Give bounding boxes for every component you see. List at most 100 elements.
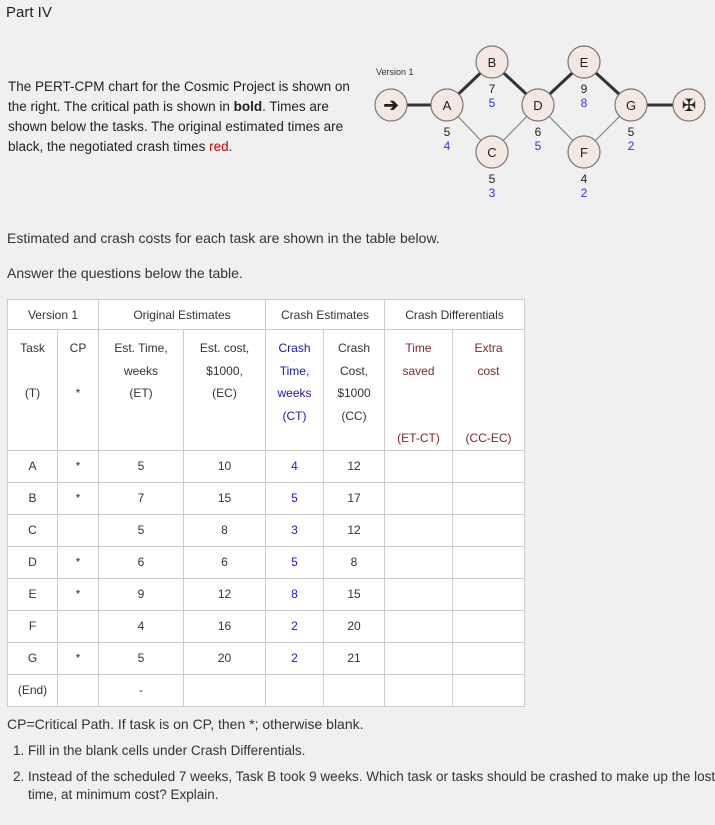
node-estimated-time: 7 <box>489 82 496 96</box>
node-estimated-time: 4 <box>581 172 588 186</box>
column-header: Crash Cost, $1000 (CC) <box>323 329 385 451</box>
table-cell: A <box>7 449 58 483</box>
table-row: F 4 16 2 20 <box>7 609 525 643</box>
table-cell: * <box>57 641 99 675</box>
blank-answer-cell[interactable] <box>452 609 525 643</box>
header-line: saved <box>402 363 435 378</box>
node-label: B <box>488 55 497 70</box>
table-cell: 20 <box>323 609 385 643</box>
table-cell: 6 <box>98 545 184 579</box>
table-cell <box>265 673 324 707</box>
header-line: Extra <box>474 341 503 355</box>
header-line: Est. Time, <box>114 341 168 355</box>
table-cell: E <box>7 577 58 611</box>
blank-answer-cell[interactable] <box>384 641 453 675</box>
column-header: Est. cost, $1000, (EC) <box>183 329 266 451</box>
blank-answer-cell[interactable] <box>452 513 525 547</box>
blank-answer-cell[interactable] <box>384 577 453 611</box>
cp-note: CP=Critical Path. If task is on CP, then… <box>7 716 364 732</box>
table-cell: 4 <box>265 449 324 483</box>
node-label: A <box>443 98 452 113</box>
table-row: (End) - <box>7 673 525 707</box>
blank-answer-cell[interactable] <box>384 481 453 515</box>
header-line: (EC) <box>212 386 237 400</box>
node-crash-time: 2 <box>628 139 635 153</box>
table-cell: 10 <box>183 449 266 483</box>
table-row: D * 6 6 5 8 <box>7 545 525 579</box>
node-label: C <box>487 145 496 160</box>
header-line: $1000 <box>337 386 371 400</box>
column-header: Task (T) <box>7 329 58 451</box>
header-line: cost <box>477 363 500 378</box>
arrow-right-icon: ➔ <box>383 95 398 115</box>
node-label: G <box>626 98 636 113</box>
blank-answer-cell[interactable] <box>384 609 453 643</box>
table-cell: 15 <box>183 481 266 515</box>
intro-part: . <box>228 139 233 154</box>
table-row: B * 7 15 5 17 <box>7 481 525 515</box>
blank-answer-cell[interactable] <box>384 673 453 707</box>
node-estimated-time: 5 <box>489 172 496 186</box>
column-header: Extra cost (CC-EC) <box>452 329 525 451</box>
blank-answer-cell[interactable] <box>452 673 525 707</box>
pert-diagram: Version 1 ➔ ✠ A54B75C53D65E98F42G52 <box>374 45 706 200</box>
table-cell: 3 <box>265 513 324 547</box>
table-cell: 5 <box>98 641 184 675</box>
header-line: weeks <box>123 363 158 378</box>
header-line: Cost, <box>339 363 368 378</box>
header-line: Time, <box>279 363 310 378</box>
table-cell: 6 <box>183 545 266 579</box>
table-cell: 9 <box>98 577 184 611</box>
table-cell: 12 <box>183 577 266 611</box>
header-line: Crash <box>337 341 370 355</box>
table-cell: (End) <box>7 673 58 707</box>
node-crash-time: 5 <box>535 139 542 153</box>
group-crash: Crash Estimates <box>265 299 385 330</box>
question-1: Fill in the blank cells under Crash Diff… <box>28 742 715 760</box>
node-crash-time: 5 <box>489 96 496 110</box>
table-cell: 5 <box>265 545 324 579</box>
blank-answer-cell[interactable] <box>452 481 525 515</box>
group-original: Original Estimates <box>98 299 266 330</box>
table-cell: C <box>7 513 58 547</box>
intro-text: The PERT-CPM chart for the Cosmic Projec… <box>8 77 368 157</box>
table-cell: 8 <box>323 545 385 579</box>
header-line: (CC) <box>341 408 367 423</box>
blank-answer-cell[interactable] <box>452 449 525 483</box>
blank-answer-cell[interactable] <box>384 545 453 579</box>
table-cell: 5 <box>98 513 184 547</box>
table-row: E * 9 12 8 15 <box>7 577 525 611</box>
intro-red: red <box>209 139 229 154</box>
table-cell: D <box>7 545 58 579</box>
table-cell <box>57 513 99 547</box>
node-crash-time: 3 <box>489 186 496 200</box>
table-cell <box>57 673 99 707</box>
intro-bold: bold <box>233 99 263 114</box>
header-line: $1000, <box>206 363 243 378</box>
table-cell: 5 <box>265 481 324 515</box>
node-estimated-time: 5 <box>628 125 635 139</box>
node-label: E <box>580 55 589 70</box>
table-cell: 8 <box>265 577 324 611</box>
table-intro: Estimated and crash costs for each task … <box>7 230 440 246</box>
table-cell: - <box>98 673 184 707</box>
header-line: Task <box>20 341 45 355</box>
table-cell: 8 <box>183 513 266 547</box>
table-row: C 5 8 3 12 <box>7 513 525 547</box>
blank-answer-cell[interactable] <box>452 641 525 675</box>
column-header: Est. Time, weeks (ET) <box>98 329 184 451</box>
header-line: * <box>75 386 81 400</box>
table-row: A * 5 10 4 12 <box>7 449 525 483</box>
table-cell: 20 <box>183 641 266 675</box>
blank-answer-cell[interactable] <box>384 513 453 547</box>
table-cell: 5 <box>98 449 184 483</box>
table-cell: G <box>7 641 58 675</box>
blank-answer-cell[interactable] <box>452 545 525 579</box>
group-differentials: Crash Differentials <box>384 299 525 330</box>
blank-answer-cell[interactable] <box>384 449 453 483</box>
table-cell: 4 <box>98 609 184 643</box>
question-2: Instead of the scheduled 7 weeks, Task B… <box>28 768 715 804</box>
header-line: (ET) <box>129 386 153 400</box>
blank-answer-cell[interactable] <box>452 577 525 611</box>
table-cell <box>183 673 266 707</box>
